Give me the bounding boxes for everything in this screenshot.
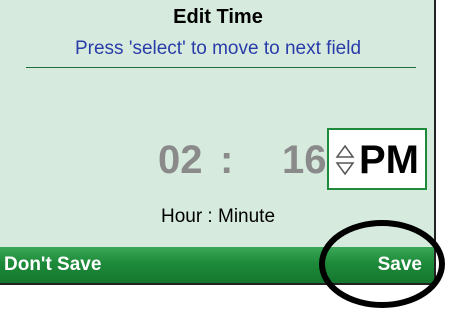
hour-field[interactable]: 02 (158, 140, 203, 180)
field-label: Hour : Minute (160, 206, 276, 227)
time-editor: 02 : 16 PM (0, 128, 436, 192)
instruction-text: Press 'select' to move to next field (74, 38, 362, 59)
divider (26, 67, 416, 68)
save-button[interactable]: Save (378, 254, 422, 276)
dont-save-button[interactable]: Don't Save (4, 254, 101, 276)
time-separator: : (220, 138, 234, 182)
page-title: Edit Time (173, 6, 263, 28)
softkey-bar: Don't Save Save (0, 247, 434, 283)
up-down-arrows-icon (335, 144, 355, 176)
meridiem-value: PM (359, 138, 419, 182)
minute-field[interactable]: 16 (282, 140, 327, 180)
edit-time-screen: Edit Time Press 'select' to move to next… (0, 0, 436, 285)
meridiem-field[interactable]: PM (327, 128, 427, 190)
